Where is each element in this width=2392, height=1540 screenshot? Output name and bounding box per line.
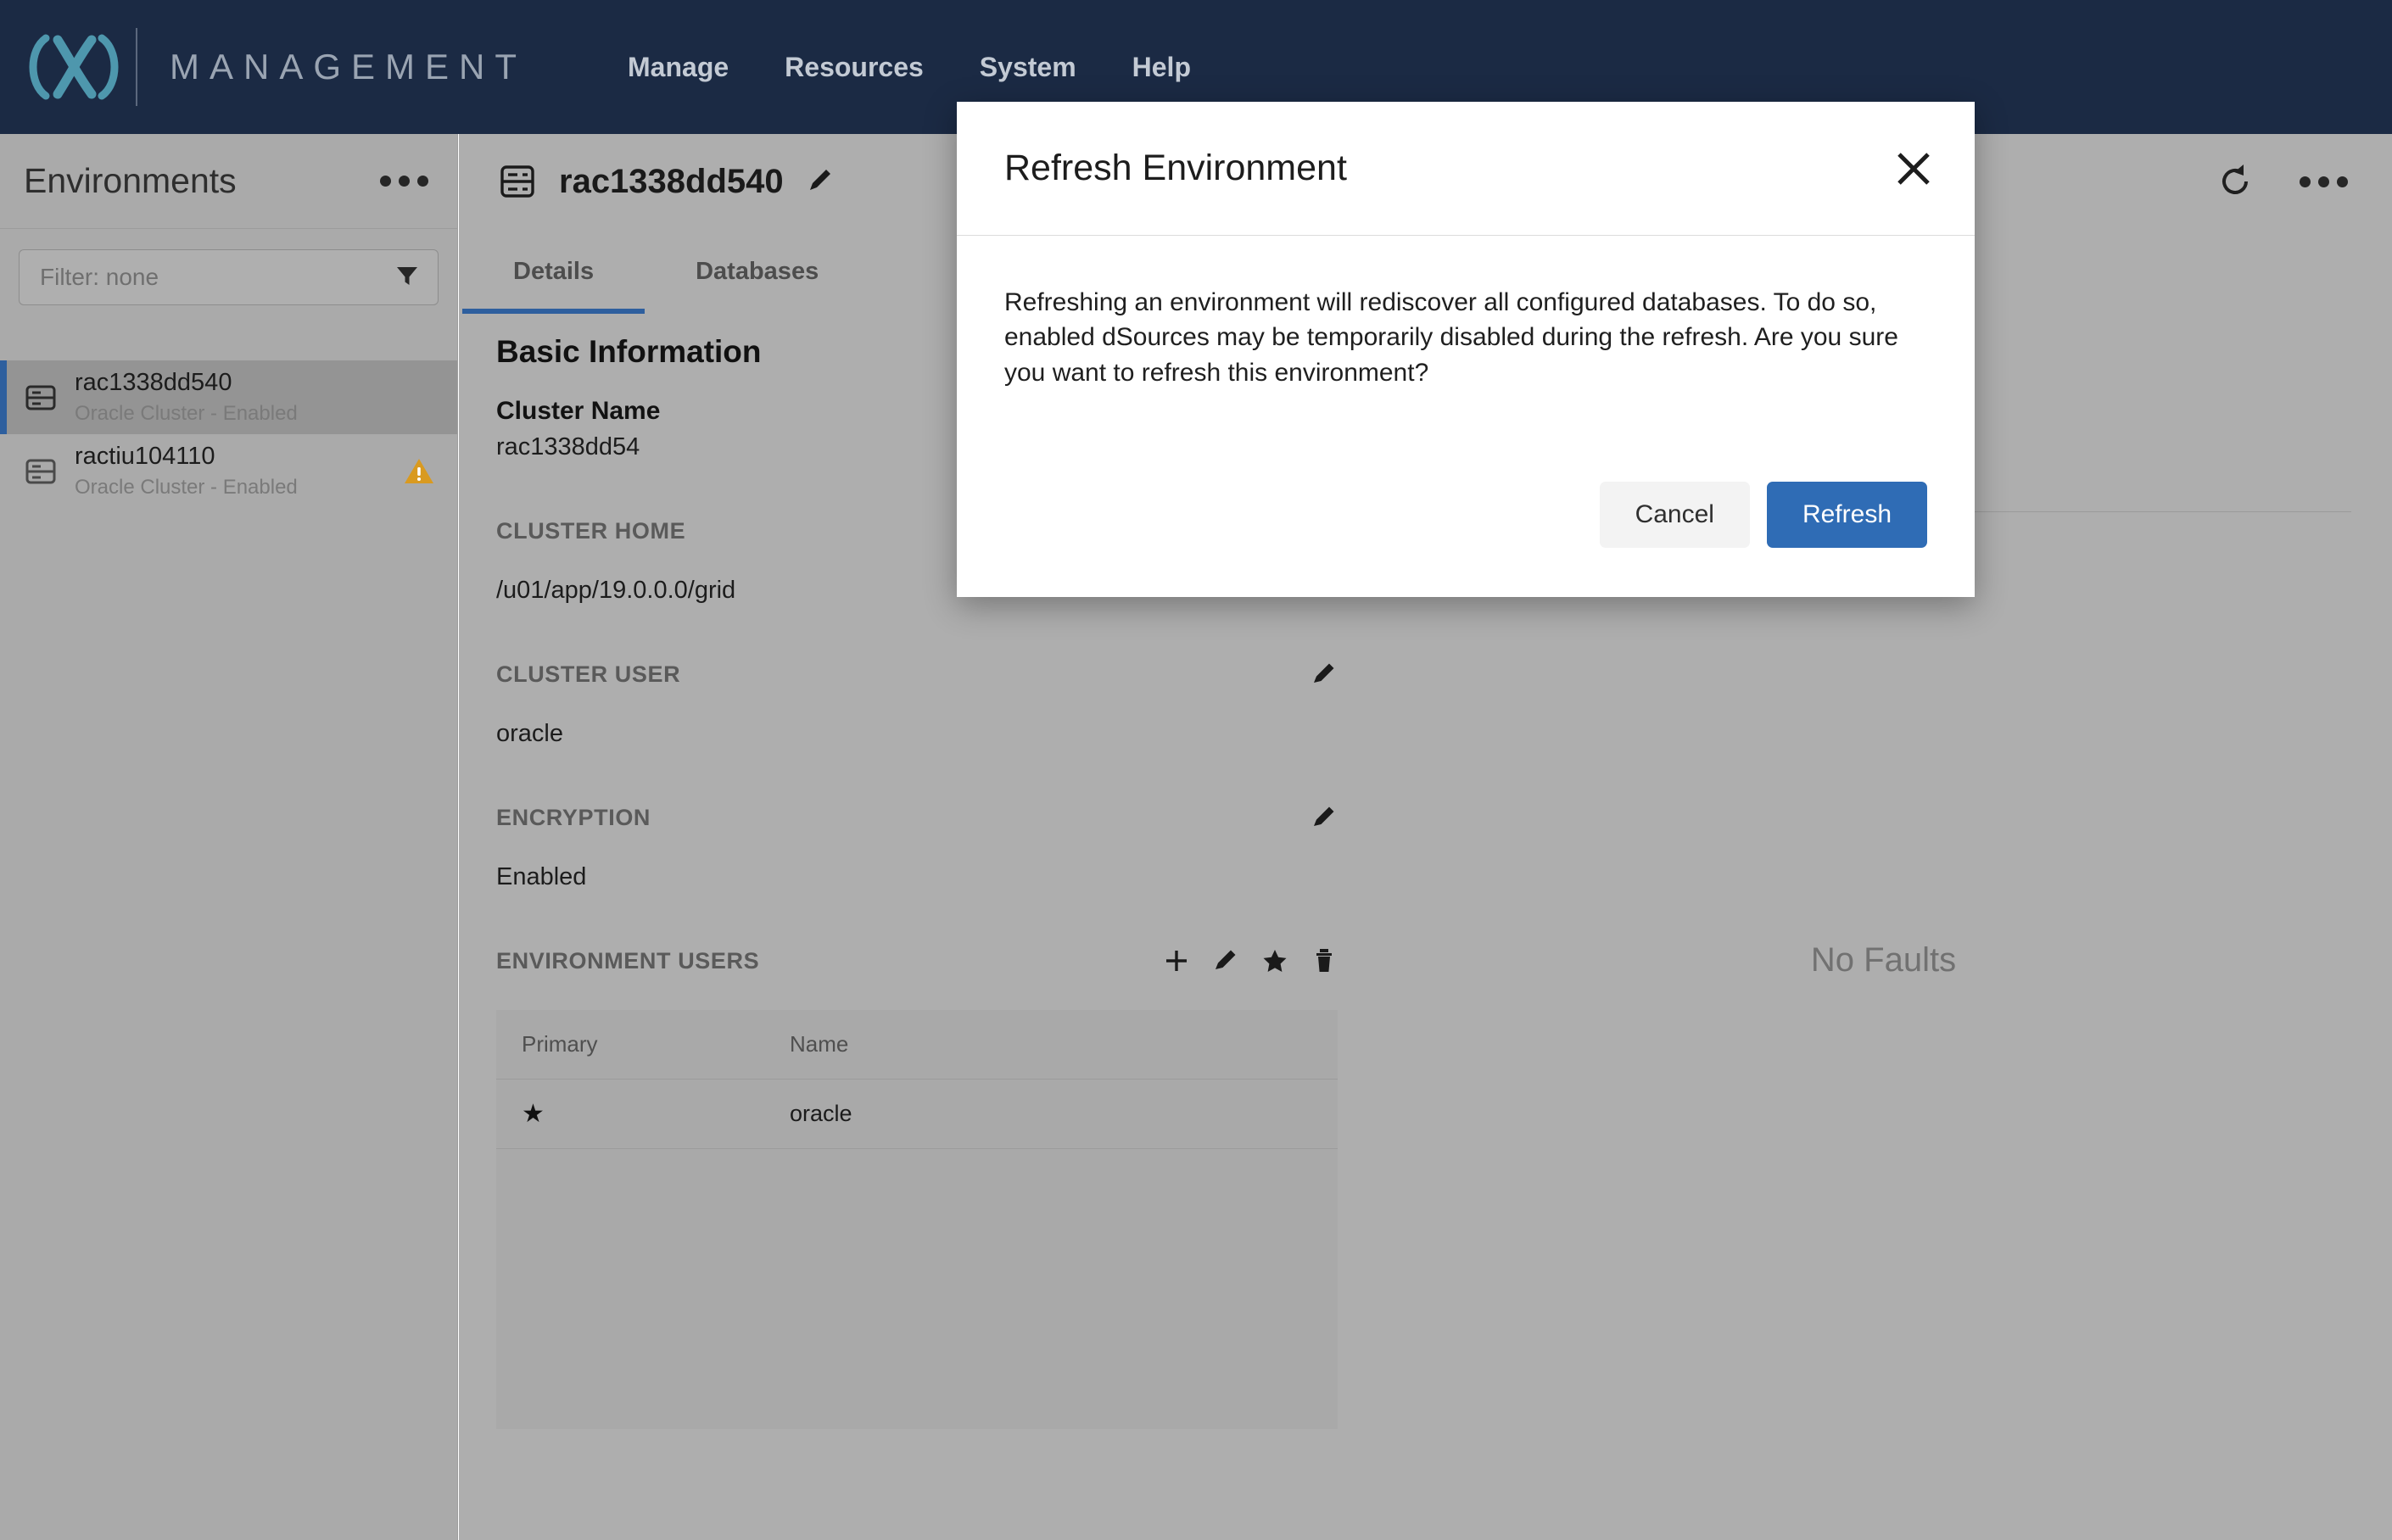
dialog-header: Refresh Environment: [957, 102, 1975, 236]
dialog-title: Refresh Environment: [1004, 148, 1347, 188]
cancel-button[interactable]: Cancel: [1599, 482, 1750, 548]
dialog-message: Refreshing an environment will rediscove…: [1004, 288, 1898, 387]
refresh-button[interactable]: Refresh: [1766, 482, 1927, 548]
dialog-footer: Cancel Refresh: [957, 482, 1975, 597]
app-root: MANAGEMENT Manage Resources System Help …: [0, 0, 2392, 1540]
refresh-environment-dialog: Refresh Environment Refreshing an enviro…: [957, 102, 1975, 597]
close-x-icon[interactable]: [1892, 147, 1936, 191]
dialog-body: Refreshing an environment will rediscove…: [957, 236, 1975, 482]
